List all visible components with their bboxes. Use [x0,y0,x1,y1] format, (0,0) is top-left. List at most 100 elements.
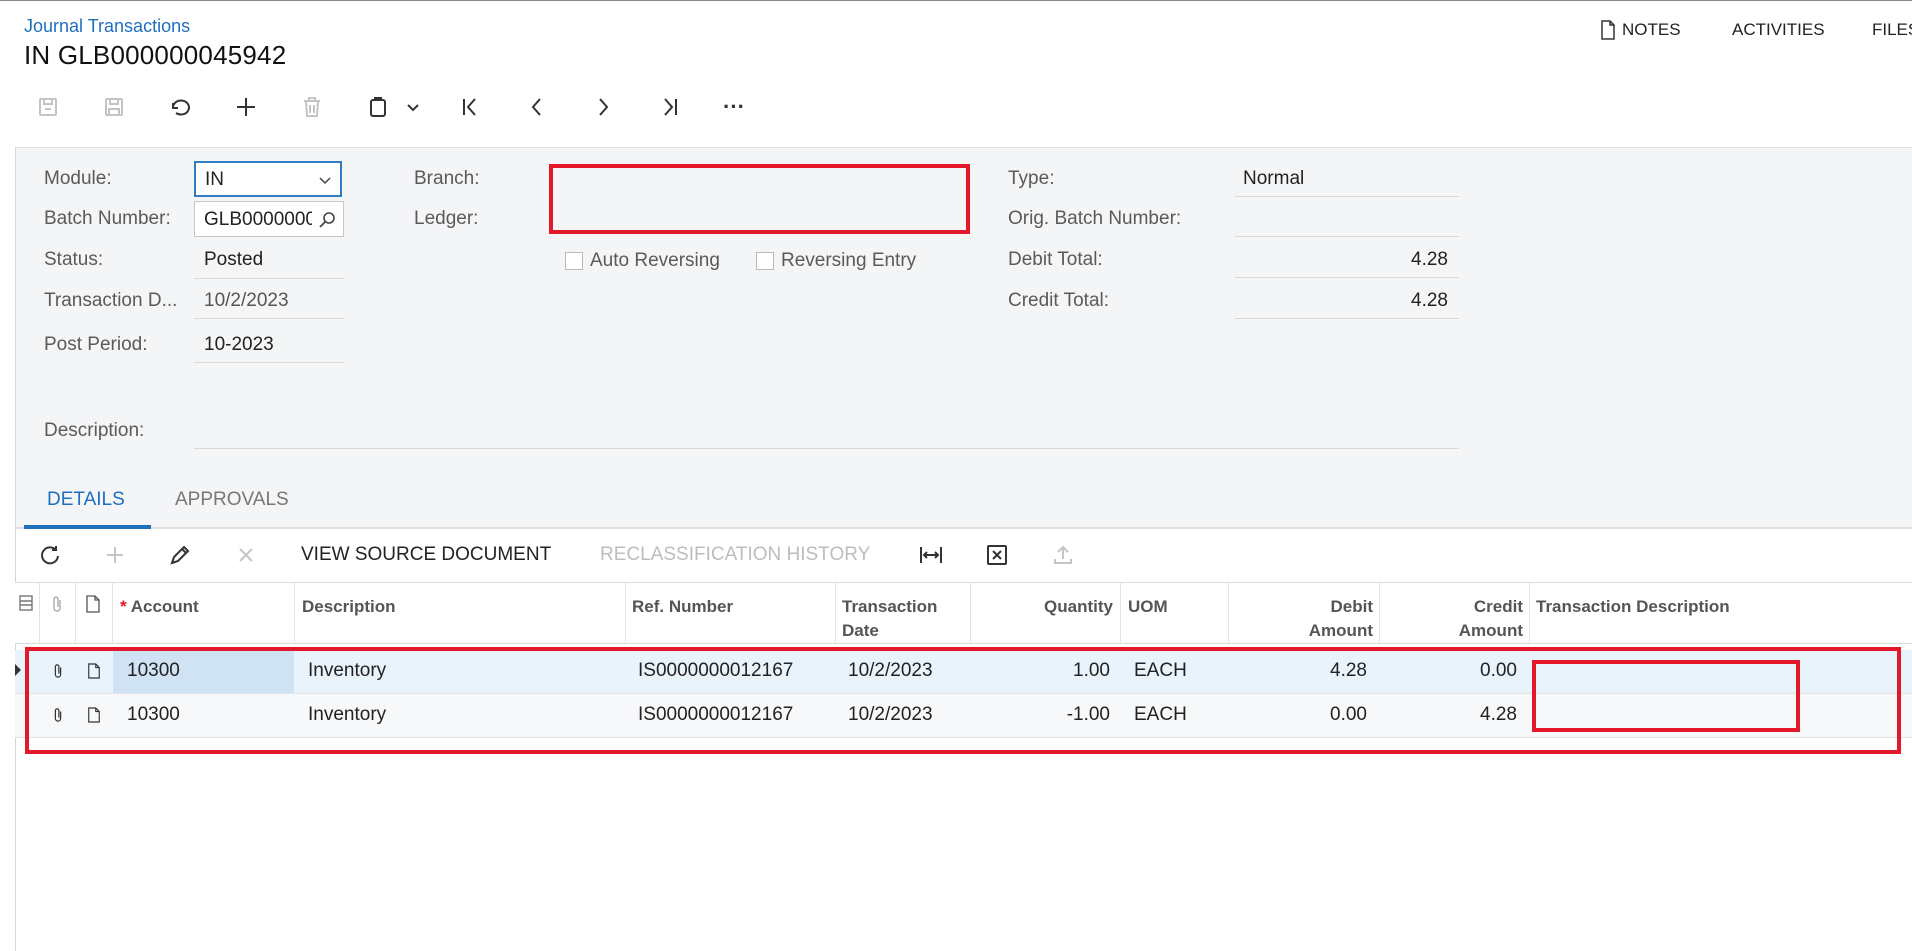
column-account: * Account [120,597,199,616]
more-button[interactable]: ··· [717,90,751,124]
undo-button[interactable] [163,90,197,124]
column-uom[interactable]: UOM [1128,595,1168,619]
paste-button[interactable] [361,90,395,124]
description-underline [194,448,1459,449]
tab-bar-line [15,527,1912,529]
batch-number-value: GLB0000000 [204,209,312,230]
column-quantity[interactable]: Quantity [978,595,1113,619]
current-row-indicator [15,664,21,676]
credit-total-value: 4.28 [1411,290,1448,311]
notes-label: NOTES [1622,20,1681,39]
row-settings-icon[interactable] [19,595,33,611]
column-description[interactable]: Description [302,595,396,619]
delete-icon [304,97,320,117]
first-record-button[interactable] [454,90,488,124]
column-debit-amount[interactable]: Debit Amount [1235,595,1373,643]
type-value: Normal [1243,168,1305,189]
module-select[interactable]: IN [194,161,342,197]
tab-approvals[interactable]: APPROVALS [175,489,289,511]
activities-label: ACTIVITIES [1732,20,1825,39]
debit-total-value: 4.28 [1411,249,1448,270]
status-value: Posted [204,249,264,270]
delete-row-button[interactable] [229,538,263,572]
undo-icon [171,99,190,116]
next-icon [599,98,609,116]
close-icon [239,548,253,562]
post-period-label: Post Period: [44,334,148,355]
search-icon[interactable] [317,210,337,230]
column-ref-number[interactable]: Ref. Number [632,595,733,619]
type-underline [1235,196,1459,197]
first-icon [463,98,476,116]
pencil-icon [170,545,190,565]
upload-button[interactable] [1046,538,1080,572]
description-label: Description: [44,420,145,441]
next-record-button[interactable] [586,90,620,124]
auto-reversing-label: Auto Reversing [590,250,720,271]
chevron-down-icon [319,177,331,185]
edit-button[interactable] [163,538,197,572]
upload-icon [1054,545,1072,564]
post-period-value: 10-2023 [204,334,274,355]
refresh-button[interactable] [33,538,67,572]
required-mark: * [120,597,127,616]
last-record-button[interactable] [652,90,686,124]
last-icon [664,98,677,116]
top-border [0,0,1912,1]
transaction-date-label: Transaction D... [44,290,178,311]
clipboard-icon [370,97,386,117]
grid-header: * Account Description Ref. Number Transa… [15,582,1912,644]
column-credit-amount[interactable]: Credit Amount [1386,595,1523,643]
view-source-document-button[interactable]: VIEW SOURCE DOCUMENT [301,544,551,566]
paste-menu-button[interactable] [396,90,430,124]
export-excel-button[interactable] [980,538,1014,572]
module-label: Module: [44,168,112,189]
note-icon [86,595,100,613]
previous-icon [531,98,541,116]
transaction-description-highlight [1532,660,1800,732]
delete-button[interactable] [295,90,329,124]
paperclip-icon [53,596,61,612]
orig-batch-underline [1235,236,1459,237]
chevron-down-icon [407,104,419,112]
ledger-label: Ledger: [414,208,479,229]
previous-record-button[interactable] [520,90,554,124]
branch-label: Branch: [414,168,480,189]
revert-button[interactable] [31,90,65,124]
transaction-date-value: 10/2/2023 [204,290,289,311]
status-underline [194,278,344,279]
type-label: Type: [1008,168,1055,189]
debit-total-underline [1235,277,1459,278]
note-icon [1601,20,1615,40]
fit-width-icon [920,547,942,563]
activities-link[interactable]: ACTIVITIES [1732,20,1825,40]
post-period-underline [194,362,344,363]
transaction-date-underline [194,318,344,319]
credit-total-underline [1235,318,1459,319]
reversing-entry-checkbox[interactable] [756,252,774,270]
column-transaction-description[interactable]: Transaction Description [1536,595,1730,619]
column-transaction-date[interactable]: Transaction Date [842,595,937,643]
batch-number-label: Batch Number: [44,208,171,229]
revert-icon [39,98,57,116]
files-link[interactable]: FILES [1872,20,1912,40]
branch-ledger-highlight [549,164,970,234]
refresh-icon [41,546,59,565]
notes-link[interactable]: NOTES [1600,20,1681,40]
debit-total-label: Debit Total: [1008,249,1103,270]
save-icon [105,98,123,116]
save-button[interactable] [97,90,131,124]
excel-icon [987,545,1007,565]
add-icon [107,547,123,563]
tab-details[interactable]: DETAILS [47,489,125,511]
breadcrumb[interactable]: Journal Transactions [24,16,190,37]
add-row-button[interactable] [98,538,132,572]
page-title: IN GLB000000045942 [24,40,287,70]
fit-columns-button[interactable] [914,538,948,572]
files-label: FILES [1872,20,1912,39]
add-button[interactable] [229,90,263,124]
batch-number-input[interactable]: GLB0000000 [194,201,344,237]
module-value: IN [205,169,224,190]
reclassification-history-button[interactable]: RECLASSIFICATION HISTORY [600,544,870,566]
auto-reversing-checkbox[interactable] [565,252,583,270]
